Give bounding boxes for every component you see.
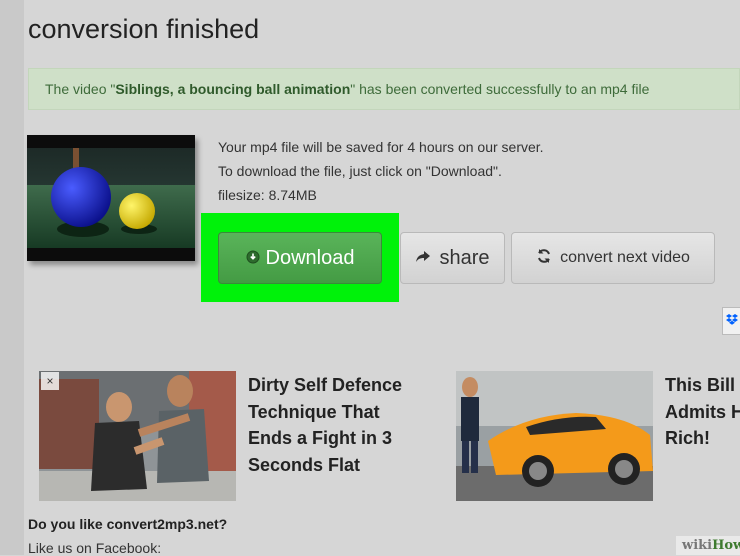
download-button-label: Download: [265, 246, 355, 269]
info-filesize: filesize: 8.74MB: [218, 187, 317, 203]
ad-title-line: Technique That: [248, 401, 380, 422]
left-edge-strip: [0, 0, 24, 555]
watermark-part1: wiki: [682, 538, 713, 553]
wikihow-watermark: wikiHow: [676, 536, 740, 555]
ad-image-sports-car[interactable]: [456, 371, 653, 501]
share-button-label: share: [439, 246, 490, 269]
download-icon: [246, 247, 260, 270]
convert-next-video-label: convert next video: [560, 249, 690, 266]
ad-title-self-defence[interactable]: Dirty Self Defence Technique That Ends a…: [248, 372, 402, 478]
notice-video-title: Siblings, a bouncing ball animation: [115, 81, 351, 97]
convert-next-video-button[interactable]: convert next video: [511, 232, 715, 284]
notice-suffix: " has been converted successfully to an …: [350, 81, 650, 97]
page-title: conversion finished: [28, 14, 260, 44]
info-line-retention: Your mp4 file will be saved for 4 hours …: [218, 139, 544, 155]
ad-title-line: Ends a Fight in 3: [248, 428, 393, 448]
ad-image-self-defence[interactable]: [39, 371, 236, 501]
ad-title-line: Seconds Flat: [248, 454, 361, 475]
dropbox-tab[interactable]: [722, 307, 740, 335]
ad-close-button[interactable]: ×: [41, 372, 59, 390]
download-button[interactable]: Download: [218, 232, 382, 284]
ad-title-line: Admits H: [665, 401, 740, 422]
share-button[interactable]: share: [400, 232, 505, 284]
share-arrow-icon: [415, 247, 431, 270]
ad-title-line: This Bill: [665, 375, 736, 395]
dropbox-icon: [725, 312, 738, 330]
thumbnail-scene: [27, 148, 195, 248]
facebook-like-label: Like us on Facebook:: [28, 540, 162, 556]
ad-title-line: Dirty Self Defence: [248, 375, 403, 395]
info-line-instructions: To download the file, just click on "Dow…: [218, 163, 502, 179]
success-notice: The video "Siblings, a bouncing ball ani…: [28, 68, 740, 110]
watermark-part2: How: [712, 538, 740, 553]
ad-title-line: Rich!: [665, 428, 710, 448]
video-thumbnail: [27, 135, 195, 261]
footer-question: Do you like convert2mp3.net?: [28, 516, 228, 532]
notice-prefix: The video ": [45, 81, 116, 97]
ad-title-bill[interactable]: This Bill Admits H Rich!: [665, 372, 740, 452]
refresh-icon: [536, 248, 552, 269]
